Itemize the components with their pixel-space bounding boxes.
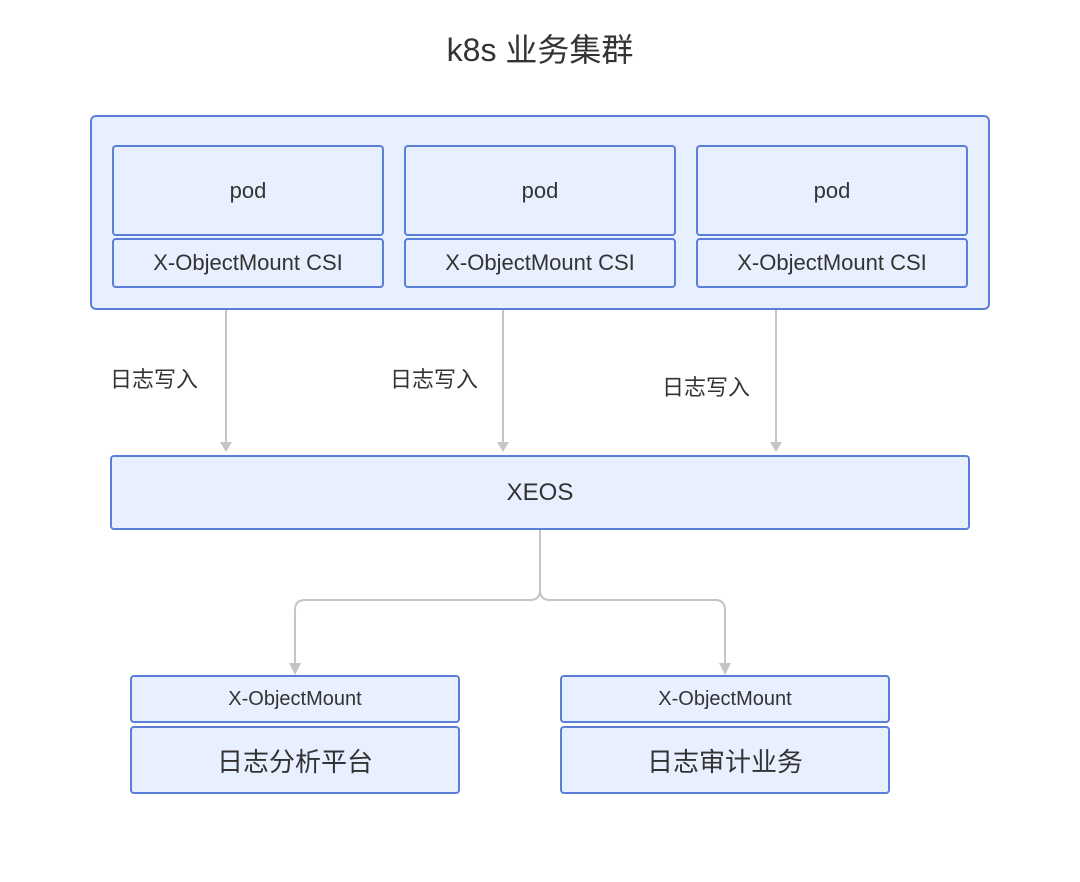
arrow-down-icon	[775, 310, 777, 450]
diagram-title: k8s 业务集群	[0, 0, 1080, 71]
csi-box: X-ObjectMount CSI	[112, 238, 384, 288]
pod-stack-1: pod X-ObjectMount CSI	[112, 145, 384, 288]
mount-box: X-ObjectMount	[130, 675, 460, 723]
platform-box: 日志审计业务	[560, 726, 890, 794]
cluster-container: pod X-ObjectMount CSI pod X-ObjectMount …	[90, 115, 990, 310]
arrow-down-icon	[225, 310, 227, 450]
bottom-stack-left: X-ObjectMount 日志分析平台	[130, 675, 460, 794]
arrow-down-icon	[502, 310, 504, 450]
platform-box: 日志分析平台	[130, 726, 460, 794]
bottom-stack-right: X-ObjectMount 日志审计业务	[560, 675, 890, 794]
branch-connector-icon	[110, 530, 970, 675]
arrow-label-1: 日志写入	[110, 362, 198, 394]
pod-box: pod	[404, 145, 676, 236]
pod-box: pod	[696, 145, 968, 236]
pod-stack-2: pod X-ObjectMount CSI	[404, 145, 676, 288]
xeos-box: XEOS	[110, 455, 970, 530]
csi-box: X-ObjectMount CSI	[404, 238, 676, 288]
arrow-label-3: 日志写入	[662, 370, 750, 402]
pod-box: pod	[112, 145, 384, 236]
mount-box: X-ObjectMount	[560, 675, 890, 723]
arrow-label-2: 日志写入	[390, 362, 478, 394]
csi-box: X-ObjectMount CSI	[696, 238, 968, 288]
pod-stack-3: pod X-ObjectMount CSI	[696, 145, 968, 288]
